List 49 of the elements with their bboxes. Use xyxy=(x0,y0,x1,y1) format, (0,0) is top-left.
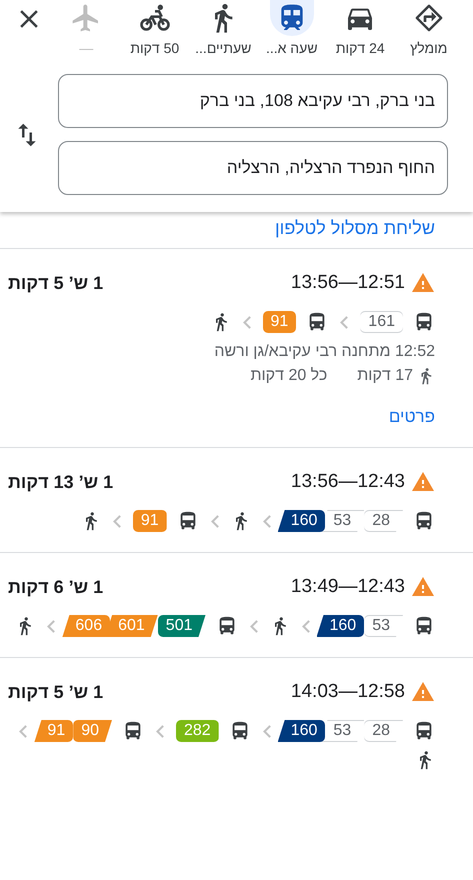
chevron-icon xyxy=(19,724,28,738)
bus-line-badge: 160 xyxy=(278,720,326,742)
bus-line-badge: 606 xyxy=(62,615,110,637)
time-range: 12:51—13:56 xyxy=(290,272,405,294)
bus-line-badge: 53 xyxy=(364,615,403,637)
chevron-icon xyxy=(250,620,258,632)
bus-line-badge: 282 xyxy=(176,720,219,742)
trip-duration: 1 ש’ 13 דקות xyxy=(8,472,114,492)
chevron-icon xyxy=(242,316,250,328)
trip-duration: 1 ש’ 5 דקות xyxy=(8,682,104,702)
chevron-icon xyxy=(210,514,219,528)
departure-info: 12:52 מתחנה רבי עקיבא/גן ורשה xyxy=(213,343,435,361)
trip-duration: 1 ש’ 5 דקות xyxy=(8,272,104,294)
bus-line-badge: 601 xyxy=(105,615,158,637)
chevron-icon xyxy=(262,514,271,528)
bus-line-badge: 53 xyxy=(320,510,364,532)
frequency: כל 20 דקות xyxy=(250,367,328,385)
bicycle-icon xyxy=(138,2,171,34)
origin-field[interactable]: בני ברק, רבי עקיבא 108, בני ברק xyxy=(58,74,448,128)
send-to-phone-link[interactable]: שליחת מסלול לטלפון xyxy=(275,218,435,248)
bus-line-badge: 160 xyxy=(278,510,326,532)
bus-line-badge: 91 xyxy=(262,311,296,333)
bus-line-badge: 501 xyxy=(158,615,206,637)
details-link[interactable]: פרטים xyxy=(388,407,435,427)
bus-line-badge: 53 xyxy=(320,720,364,742)
chevron-icon xyxy=(47,620,56,632)
bus-line-badge: 28 xyxy=(364,510,403,532)
travel-mode-tab[interactable]: 50 דקות xyxy=(120,0,189,56)
destination-field[interactable]: החוף הנפרד הרצליה, הרצליה xyxy=(58,141,448,195)
bus-line-badge: 91 xyxy=(34,720,74,742)
time-range: 12:43—13:56 xyxy=(290,471,405,493)
time-range: 12:43—13:49 xyxy=(290,576,405,598)
chevron-icon xyxy=(112,514,121,528)
chevron-icon xyxy=(156,724,164,738)
chevron-icon xyxy=(340,316,348,328)
trip-duration: 1 ש’ 6 דקות xyxy=(8,576,104,598)
chevron-icon xyxy=(302,620,310,632)
bus-line-badge: 91 xyxy=(132,510,167,532)
travel-mode-tab[interactable]: מומלץ xyxy=(394,0,463,56)
chevron-icon xyxy=(262,724,271,738)
bus-line-badge: 161 xyxy=(360,311,403,333)
bus-line-badge: 160 xyxy=(316,615,364,637)
travel-mode-tab[interactable]: 24 דקות xyxy=(326,0,394,56)
walk-time: 17 דקות xyxy=(357,367,413,385)
bus-line-badge: 90 xyxy=(73,720,112,742)
time-range: 12:58—14:03 xyxy=(290,681,405,703)
travel-mode-tab[interactable]: שעה א... xyxy=(258,0,326,56)
travel-mode-tab[interactable]: שעתיים... xyxy=(189,0,258,56)
bus-line-badge: 28 xyxy=(364,720,403,742)
